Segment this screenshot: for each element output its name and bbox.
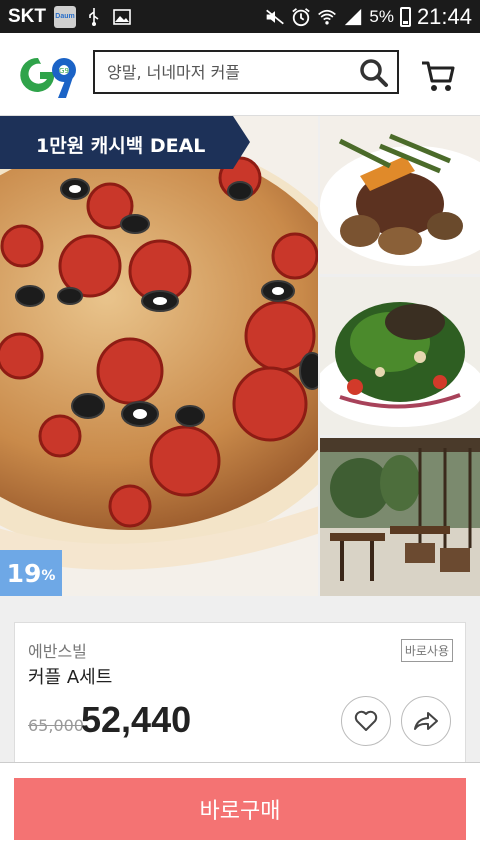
share-icon <box>414 712 438 730</box>
battery-icon <box>399 6 411 27</box>
deal-banner: 1만원 캐시백 DEAL <box>36 135 206 157</box>
alarm-icon <box>291 7 311 27</box>
discount-value: 19 <box>6 558 42 588</box>
daum-app-icon: Daum <box>54 5 76 28</box>
share-button[interactable] <box>401 696 451 746</box>
image-icon <box>112 7 132 27</box>
discount-unit: % <box>41 568 56 584</box>
wifi-icon <box>317 7 337 27</box>
direct-use-badge: 바로사용 <box>400 639 453 662</box>
usb-icon <box>84 7 104 27</box>
heart-icon <box>354 710 378 731</box>
discount-badge: 19 % <box>0 550 62 596</box>
g9-logo[interactable]: G9 <box>14 50 80 100</box>
signal-icon <box>343 7 363 27</box>
thumb-restaurant-interior[interactable] <box>320 438 480 596</box>
like-button[interactable] <box>341 696 391 746</box>
status-bar: SKT Daum 5% 21:44 <box>0 0 480 33</box>
product-gallery[interactable]: 1만원 캐시백 DEAL 19 % <box>0 116 480 596</box>
product-name: 커플 A세트 <box>28 667 113 688</box>
buy-now-button[interactable]: 바로구매 <box>14 778 466 840</box>
product-info-card: 에반스빌 커플 A세트 바로사용 65,000 52,440 <box>14 622 466 782</box>
clock: 21:44 <box>416 3 472 29</box>
bottom-action-bar: 바로구매 <box>0 762 480 854</box>
status-left: SKT Daum <box>8 0 132 33</box>
carrier-label: SKT <box>8 5 46 27</box>
search-input[interactable] <box>107 52 357 92</box>
mute-icon <box>265 7 285 27</box>
sale-price: 52,440 <box>81 699 192 740</box>
cart-icon[interactable] <box>420 59 456 93</box>
original-price: 65,000 <box>28 716 84 735</box>
thumb-salad[interactable] <box>320 277 480 435</box>
brand-name[interactable]: 에반스빌 <box>28 638 87 662</box>
logo-text: G9 <box>59 67 69 75</box>
main-product-image[interactable]: 1만원 캐시백 DEAL 19 % <box>0 116 318 596</box>
search-icon[interactable] <box>359 58 389 88</box>
thumb-steak[interactable] <box>320 116 480 274</box>
status-right: 5% 21:44 <box>265 0 472 33</box>
battery-percent: 5% <box>369 6 394 26</box>
search-box[interactable] <box>93 50 399 94</box>
app-header: G9 <box>0 33 480 116</box>
